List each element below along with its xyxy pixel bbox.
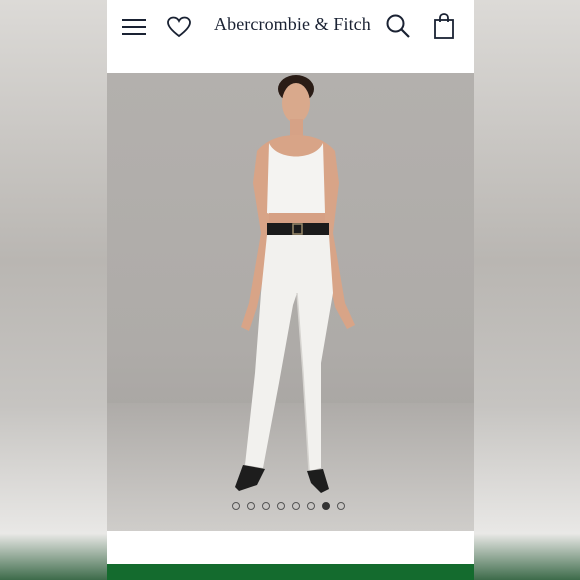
heart-icon[interactable] (166, 15, 192, 39)
content-area (107, 531, 474, 564)
carousel-dot[interactable] (292, 502, 300, 510)
carousel-dot[interactable] (262, 502, 270, 510)
brand-logo[interactable]: Abercrombie & Fitch (214, 14, 371, 35)
carousel-dot[interactable] (247, 502, 255, 510)
blurred-background-right (474, 0, 580, 580)
top-header: Abercrombie & Fitch (107, 0, 474, 73)
carousel-dot[interactable] (277, 502, 285, 510)
carousel-dot[interactable] (322, 502, 330, 510)
add-to-bag-bar[interactable] (107, 564, 474, 580)
carousel-indicators (107, 502, 474, 514)
menu-icon[interactable] (121, 16, 147, 38)
app-screen: Abercrombie & Fitch (107, 0, 474, 580)
model-photo (107, 75, 474, 531)
carousel-dot[interactable] (232, 502, 240, 510)
search-icon[interactable] (385, 13, 411, 39)
carousel-dot[interactable] (337, 502, 345, 510)
carousel-dot[interactable] (307, 502, 315, 510)
shopping-bag-icon[interactable] (433, 12, 455, 40)
product-image[interactable] (107, 73, 474, 531)
blurred-background-left (0, 0, 107, 580)
